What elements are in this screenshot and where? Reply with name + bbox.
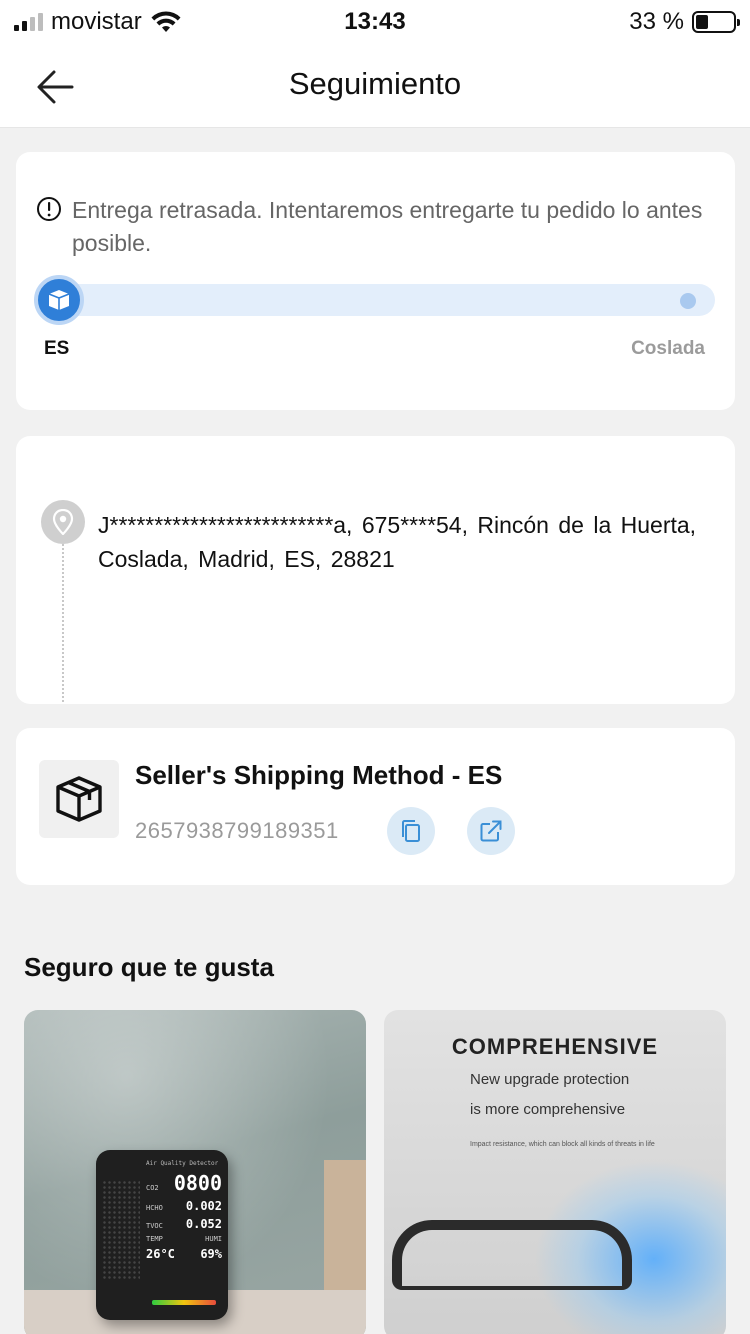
external-link-icon xyxy=(480,820,502,842)
product-card-air-quality-detector[interactable]: Air Quality Detector CO2 0800 HCHO 0.002 T… xyxy=(24,1010,366,1334)
shipping-method-card: Seller's Shipping Method - ES 2657938799… xyxy=(16,728,735,885)
status-bar-right: 33 % xyxy=(629,8,740,36)
destination-dot xyxy=(680,293,696,309)
device-title: Air Quality Detector xyxy=(146,1160,219,1167)
delay-alert: Entrega retrasada. Intentaremos entregar… xyxy=(36,194,706,260)
tracking-status-card: Entrega retrasada. Intentaremos entregar… xyxy=(16,152,735,410)
box-icon xyxy=(48,290,70,310)
tracking-number: 2657938799189351 xyxy=(135,818,339,843)
shipping-method-name: Seller's Shipping Method - ES xyxy=(135,760,503,790)
delivery-address: J*************************a, 675****54, … xyxy=(98,512,697,572)
nav-bar: Seguimiento xyxy=(0,44,750,128)
destination-label: Coslada xyxy=(631,338,705,359)
open-tracking-link-button[interactable] xyxy=(467,807,515,855)
package-progress-icon xyxy=(34,275,84,325)
delivery-address-card: J*************************a, 675****54, … xyxy=(16,436,735,704)
battery-fill xyxy=(696,15,708,29)
page-title: Seguimiento xyxy=(288,66,462,101)
location-pin-icon xyxy=(41,500,85,544)
air-quality-detector-image: Air Quality Detector CO2 0800 HCHO 0.002 T… xyxy=(96,1150,228,1320)
recommendations-title: Seguro que te gusta xyxy=(24,952,274,982)
copy-tracking-button[interactable] xyxy=(387,807,435,855)
delay-alert-text: Entrega retrasada. Intentaremos entregar… xyxy=(72,197,703,256)
battery-percent: 33 % xyxy=(629,8,684,35)
origin-label: ES xyxy=(44,338,70,359)
battery-icon xyxy=(692,11,740,33)
copy-icon xyxy=(402,820,420,842)
product-tagline-2: is more comprehensive xyxy=(470,1101,626,1118)
visor-image xyxy=(392,1220,632,1290)
package-box-icon xyxy=(39,760,119,838)
exclamation-circle-icon xyxy=(37,197,61,221)
product-small-print: Impact resistance, which can block all k… xyxy=(470,1141,655,1148)
status-bar: movistar 13:43 33 % xyxy=(0,0,750,44)
product-tagline-1: New upgrade protection xyxy=(470,1071,630,1088)
shipment-progress-track xyxy=(38,284,715,316)
product-card-protective-visor[interactable]: COMPREHENSIVE New upgrade protection is … xyxy=(384,1010,726,1334)
route-dotted-line xyxy=(62,544,64,704)
product-headline: COMPREHENSIVE xyxy=(451,1034,659,1059)
